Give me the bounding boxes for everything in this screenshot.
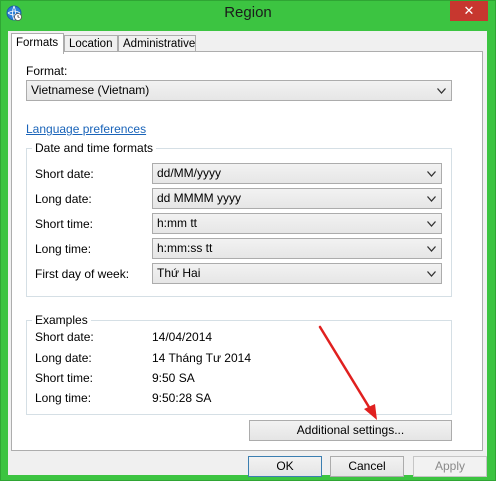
short-date-dropdown[interactable]: dd/MM/yyyy (152, 163, 442, 184)
format-label: Format: (26, 64, 68, 78)
short-date-value: dd/MM/yyyy (157, 166, 222, 180)
short-time-value: h:mm tt (157, 216, 198, 230)
example-long-time-label: Long time: (35, 391, 92, 405)
examples-group: Examples Short date: 14/04/2014 Long dat… (26, 313, 452, 415)
chevron-down-icon (425, 239, 437, 258)
short-date-label: Short date: (35, 167, 94, 181)
group-title: Date and time formats (32, 141, 157, 155)
language-preferences-link[interactable]: Language preferences (26, 122, 146, 136)
format-dropdown[interactable]: Vietnamese (Vietnam) (26, 80, 452, 101)
tab-formats[interactable]: Formats (11, 33, 64, 54)
close-icon: ✕ (463, 3, 475, 18)
short-time-label: Short time: (35, 217, 94, 231)
example-short-date-label: Short date: (35, 330, 94, 344)
chevron-down-icon (425, 189, 437, 208)
first-day-of-week-label: First day of week: (35, 267, 130, 281)
first-day-of-week-value: Thứ Hai (157, 266, 201, 280)
apply-button[interactable]: Apply (413, 456, 487, 477)
window-title: Region (224, 4, 272, 21)
long-time-value: h:mm:ss tt (157, 241, 213, 255)
close-button[interactable]: ✕ (450, 1, 488, 21)
ok-button[interactable]: OK (248, 456, 322, 477)
short-time-dropdown[interactable]: h:mm tt (152, 213, 442, 234)
format-value: Vietnamese (Vietnam) (31, 83, 150, 97)
chevron-down-icon (425, 264, 437, 283)
region-window: Region ✕ Formats Location Administrative… (0, 0, 496, 481)
long-time-label: Long time: (35, 242, 92, 256)
example-long-time-value: 9:50:28 SA (152, 391, 212, 405)
example-short-date-value: 14/04/2014 (152, 330, 213, 344)
chevron-down-icon (435, 81, 447, 100)
additional-settings-button[interactable]: Additional settings... (249, 420, 452, 441)
example-long-date-value: 14 Tháng Tư 2014 (152, 351, 251, 365)
date-time-formats-group: Date and time formats Short date: dd/MM/… (26, 141, 452, 297)
example-long-date-label: Long date: (35, 351, 92, 365)
group-title: Examples (32, 313, 91, 327)
formats-panel: Format: Vietnamese (Vietnam) Language pr… (11, 51, 483, 451)
long-time-dropdown[interactable]: h:mm:ss tt (152, 238, 442, 259)
cancel-button[interactable]: Cancel (330, 456, 404, 477)
chevron-down-icon (425, 164, 437, 183)
example-short-time-label: Short time: (35, 371, 94, 385)
chevron-down-icon (425, 214, 437, 233)
long-date-dropdown[interactable]: dd MMMM yyyy (152, 188, 442, 209)
long-date-label: Long date: (35, 192, 92, 206)
dialog-client-area: Formats Location Administrative Format: … (8, 31, 487, 477)
title-bar[interactable]: Region ✕ (1, 1, 495, 27)
first-day-of-week-dropdown[interactable]: Thứ Hai (152, 263, 442, 284)
example-short-time-value: 9:50 SA (152, 371, 195, 385)
long-date-value: dd MMMM yyyy (157, 191, 241, 205)
